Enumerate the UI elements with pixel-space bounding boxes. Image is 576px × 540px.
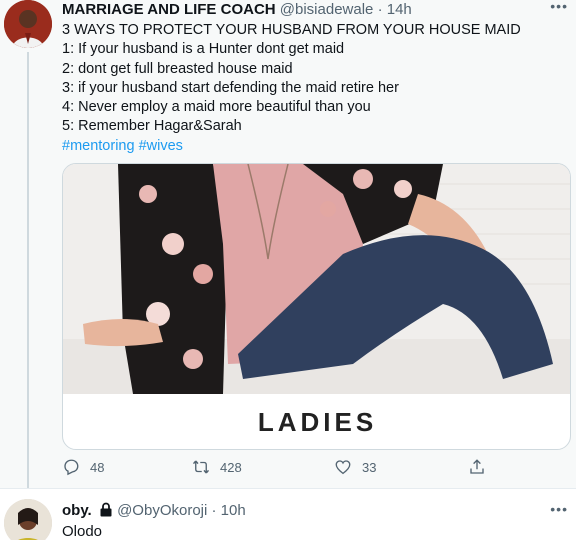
author-name[interactable]: MARRIAGE AND LIFE COACH: [62, 1, 276, 18]
tweet-line: 1: If your husband is a Hunter dont get …: [62, 41, 345, 58]
like-button[interactable]: 33: [334, 458, 376, 476]
retweet-button[interactable]: 428: [192, 458, 242, 476]
separator-dot: ·: [211, 502, 217, 519]
hashtag-links[interactable]: #mentoring #wives: [62, 137, 562, 156]
retweet-count: 428: [220, 459, 242, 475]
separator-dot: ·: [377, 1, 383, 18]
tweet-line: 4: Never employ a maid more beautiful th…: [62, 99, 371, 116]
tweet-time[interactable]: 10h: [221, 502, 246, 519]
tweet-line: 3 WAYS TO PROTECT YOUR HUSBAND FROM YOUR…: [62, 22, 521, 38]
more-icon[interactable]: •••: [550, 0, 568, 13]
share-button[interactable]: [468, 458, 486, 476]
author-name[interactable]: oby.: [62, 502, 92, 519]
tweet-header: oby. @ObyOkoroji · 10h: [62, 501, 246, 523]
reply-icon: [64, 459, 79, 476]
more-icon[interactable]: •••: [550, 502, 568, 516]
tweet-line: 5: Remember Hagar&Sarah: [62, 118, 242, 135]
tweet-line: 2: dont get full breasted house maid: [62, 60, 293, 77]
media-card[interactable]: LADIES: [62, 163, 571, 450]
tweet-time[interactable]: 14h: [387, 1, 412, 18]
share-icon: [470, 459, 484, 474]
card-photo[interactable]: [63, 164, 570, 394]
author-handle[interactable]: @bisiadewale: [280, 1, 374, 18]
like-icon: [335, 460, 351, 475]
retweet-icon: [192, 460, 210, 474]
reply-tweet[interactable]: oby. @ObyOkoroji · 10h ••• Olodo: [0, 488, 576, 540]
card-caption: LADIES: [257, 407, 378, 437]
thread-line: [27, 52, 29, 492]
author-handle[interactable]: @ObyOkoroji: [117, 502, 207, 519]
reply-count: 48: [90, 459, 105, 475]
tweet-header: MARRIAGE AND LIFE COACH @bisiadewale · 1…: [62, 0, 412, 20]
tweet-line: 3: if your husband start defending the m…: [62, 79, 399, 96]
like-count: 33: [362, 459, 377, 475]
tweet-text: 3 WAYS TO PROTECT YOUR HUSBAND FROM YOUR…: [62, 21, 562, 156]
action-bar: 48 428 33: [62, 458, 522, 482]
avatar[interactable]: [4, 0, 52, 48]
reply-button[interactable]: 48: [62, 458, 104, 476]
avatar[interactable]: [4, 499, 52, 540]
tweet-text: Olodo: [62, 523, 103, 540]
lock-icon: [99, 502, 113, 523]
main-tweet[interactable]: MARRIAGE AND LIFE COACH @bisiadewale · 1…: [0, 0, 576, 492]
